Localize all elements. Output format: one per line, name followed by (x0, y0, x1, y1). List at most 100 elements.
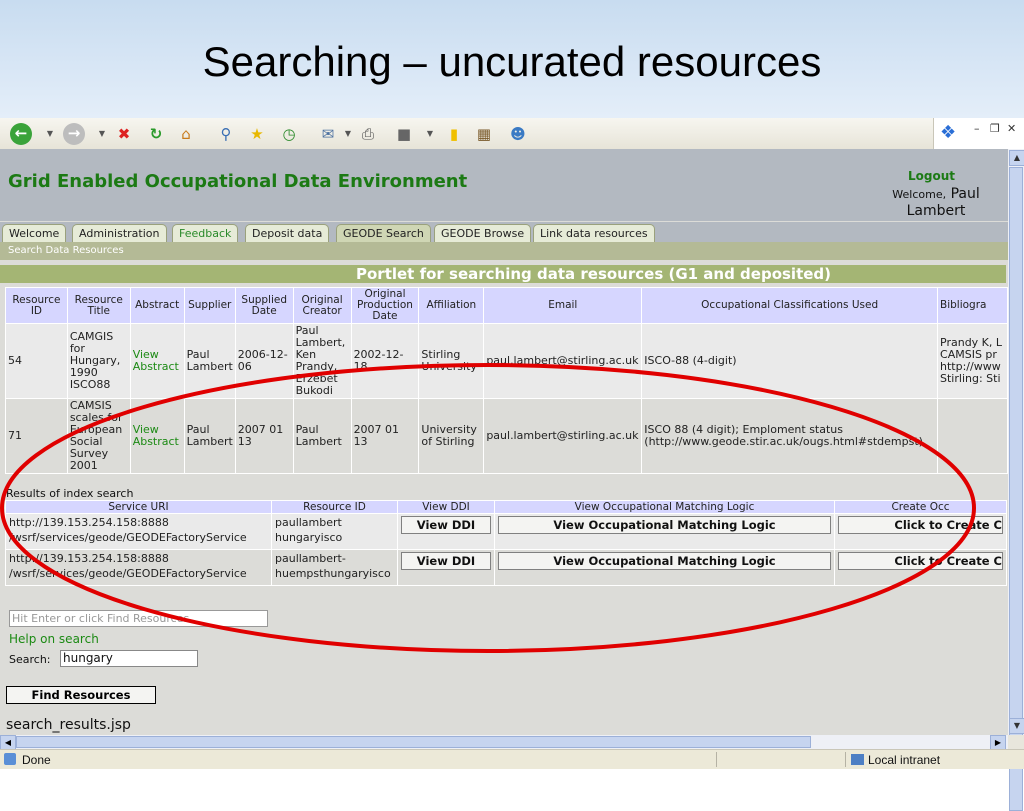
browser-page: Grid Enabled Occupational Data Environme… (0, 149, 1008, 735)
status-bar: Done Local intranet (0, 749, 1024, 769)
horizontal-scrollbar[interactable]: ◀ ▶ (0, 735, 1008, 750)
tab-geode-search[interactable]: GEODE Search (336, 224, 431, 242)
security-zone-text: Local intranet (868, 753, 941, 767)
cell-service-uri: http://139.153.254.158:8888 /wsrf/servic… (5, 513, 272, 550)
mail-dropdown-icon[interactable]: ▼ (338, 124, 358, 144)
discuss-icon[interactable]: ▮ (444, 124, 464, 144)
cell-matching-logic: View Occupational Matching Logic (494, 549, 835, 586)
tab-bar: Welcome Administration Feedback Deposit … (0, 222, 1008, 242)
cell-resource-title: CAMSIS scales for European Social Survey… (66, 398, 131, 474)
cell-create: Click to Create C (834, 513, 1007, 550)
search-input[interactable]: hungary (60, 650, 198, 667)
cell-production-date: 2002-12-18 (350, 323, 420, 399)
cell-affiliation: Stirling University (418, 323, 485, 399)
cell-view-ddi: View DDI (397, 513, 495, 550)
col-header-classifications: Occupational Classifications Used (641, 287, 939, 324)
refresh-icon[interactable]: ↻ (146, 124, 166, 144)
welcome-name-last: Lambert (906, 203, 966, 219)
cell-affiliation: University of Stirling (418, 398, 485, 474)
table-row: http://139.153.254.158:8888 /wsrf/servic… (5, 513, 1007, 550)
forward-icon[interactable]: → (63, 123, 85, 145)
col-header-production-date: Original Production Date (350, 287, 420, 324)
tab-feedback[interactable]: Feedback (172, 224, 239, 242)
find-resources-button[interactable]: Find Resources (6, 686, 156, 704)
search-hint-field[interactable]: Hit Enter or click Find Resources (9, 610, 268, 627)
cell-bibliography: Prandy K, L CAMSIS pr http://www Stirlin… (937, 323, 1008, 399)
portlet-title: Portlet for searching data resources (G1… (356, 265, 832, 283)
view-abstract-link[interactable]: View Abstract (129, 398, 185, 474)
history-icon[interactable]: ◷ (279, 124, 299, 144)
scroll-left-icon[interactable]: ◀ (0, 735, 16, 750)
vertical-scrollbar[interactable]: ▲ ▼ (1008, 149, 1024, 811)
tab-welcome[interactable]: Welcome (2, 224, 67, 242)
tab-administration[interactable]: Administration (72, 224, 167, 242)
home-icon[interactable]: ⌂ (176, 124, 196, 144)
print-icon[interactable]: ⎙ (358, 124, 378, 144)
close-icon[interactable]: ✕ (1007, 122, 1016, 135)
cell-supplied-date: 2007 01 13 (234, 398, 294, 474)
index-results-table: Service URI Resource ID View DDI View Oc… (5, 500, 1007, 586)
results-header-row: Resource ID Resource Title Abstract Supp… (5, 287, 1008, 324)
tab-deposit-data[interactable]: Deposit data (245, 224, 330, 242)
research-icon[interactable]: ▦ (474, 124, 494, 144)
help-on-search-link[interactable]: Help on search (9, 632, 99, 646)
forward-dropdown-icon[interactable]: ▼ (92, 124, 112, 144)
back-dropdown-icon[interactable]: ▼ (40, 124, 60, 144)
tab-geode-browse[interactable]: GEODE Browse (434, 224, 532, 242)
create-button[interactable]: Click to Create C (838, 552, 1003, 570)
back-icon[interactable]: ← (10, 123, 32, 145)
scrollbar-corner (1008, 735, 1024, 749)
cell-email: paul.lambert@stirling.ac.uk (483, 323, 643, 399)
cell-creator: Paul Lambert (292, 398, 352, 474)
col-header-abstract: Abstract (129, 287, 185, 324)
col-header-supplied-date: Supplied Date (234, 287, 294, 324)
favorites-icon[interactable]: ★ (247, 124, 267, 144)
minimize-icon[interactable]: – (974, 122, 980, 135)
table-row: 54 CAMGIS for Hungary, 1990 ISCO88 View … (5, 323, 1008, 399)
mail-icon[interactable]: ✉ (318, 124, 338, 144)
cell-resource-id: paullambert hungaryisco (271, 513, 398, 550)
cell-production-date: 2007 01 13 (350, 398, 420, 474)
intranet-zone-icon (851, 754, 864, 765)
view-ddi-button[interactable]: View DDI (401, 552, 491, 570)
cell-bibliography (937, 398, 1008, 474)
create-button[interactable]: Click to Create C (838, 516, 1003, 534)
cell-classifications: ISCO-88 (4-digit) (641, 323, 939, 399)
logout-link[interactable]: Logout (908, 169, 955, 183)
restore-icon[interactable]: ❐ (990, 122, 1000, 135)
search-icon[interactable]: ⚲ (216, 124, 236, 144)
resource-id-part2: hungaryisco (275, 531, 343, 544)
stop-icon[interactable]: ✖ (114, 124, 134, 144)
cell-service-uri: http://139.153.254.158:8888 /wsrf/servic… (5, 549, 272, 586)
cell-resource-title: CAMGIS for Hungary, 1990 ISCO88 (66, 323, 131, 399)
view-abstract-link[interactable]: View Abstract (129, 323, 185, 399)
view-matching-logic-button[interactable]: View Occupational Matching Logic (498, 516, 831, 534)
edit-dropdown-icon[interactable]: ▼ (420, 124, 440, 144)
scroll-down-icon[interactable]: ▼ (1009, 718, 1024, 734)
sub-navigation-bar: Search Data Resources (0, 242, 1008, 260)
edit-icon[interactable]: ■ (394, 124, 414, 144)
col-header-affiliation: Affiliation (418, 287, 485, 324)
view-ddi-button[interactable]: View DDI (401, 516, 491, 534)
page-done-icon (4, 753, 16, 765)
slide-header: Searching – uncurated resources (0, 0, 1024, 118)
index-results-label: Results of index search (6, 487, 134, 500)
search-label: Search: (9, 653, 51, 666)
scroll-right-icon[interactable]: ▶ (990, 735, 1006, 750)
cell-supplied-date: 2006-12-06 (234, 323, 294, 399)
uri-path: /wsrf/services/geode/GEODEFactoryService (9, 531, 247, 544)
welcome-name-first: Paul (950, 186, 980, 202)
messenger-icon[interactable]: ☻ (508, 124, 528, 144)
col-header-resource-id: Resource ID (5, 287, 68, 324)
view-matching-logic-button[interactable]: View Occupational Matching Logic (498, 552, 831, 570)
table-row: 71 CAMSIS scales for European Social Sur… (5, 398, 1008, 474)
welcome-text: Welcome, Paul Lambert (880, 186, 992, 219)
tab-link-data-resources[interactable]: Link data resources (533, 224, 655, 242)
cell-matching-logic: View Occupational Matching Logic (494, 513, 835, 550)
scroll-up-icon[interactable]: ▲ (1009, 150, 1024, 166)
horizontal-scroll-thumb[interactable] (16, 736, 811, 748)
vertical-scroll-thumb[interactable] (1009, 167, 1023, 811)
resource-id-part1: paullambert (275, 516, 342, 529)
resource-id-part2: huempsthungaryisco (275, 567, 391, 580)
cell-email: paul.lambert@stirling.ac.uk (483, 398, 643, 474)
